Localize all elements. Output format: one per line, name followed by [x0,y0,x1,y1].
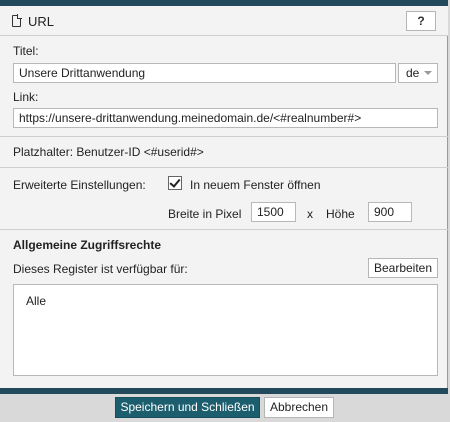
document-icon [12,14,22,27]
language-value: de [406,66,420,80]
cancel-button[interactable]: Abbrechen [264,397,334,418]
height-label: Höhe [326,207,355,221]
divider [0,229,448,230]
chevron-down-icon [424,71,432,75]
url-dialog: URL ? Titel: Unsere Drittanwendung de Li… [0,0,448,395]
language-select[interactable]: de [398,63,438,83]
dimension-separator: x [307,207,313,221]
access-value: Alle [26,294,47,308]
new-window-label: In neuem Fenster öffnen [190,178,321,192]
availability-label: Dieses Register ist verfügbar für: [13,262,188,276]
title-input[interactable]: Unsere Drittanwendung [13,63,396,83]
divider [0,136,448,137]
help-button[interactable]: ? [406,11,436,31]
edit-button[interactable]: Bearbeiten [368,258,438,278]
placeholder-info: Platzhalter: Benutzer-ID <#userid#> [13,145,204,159]
width-input[interactable]: 1500 [251,202,296,222]
access-list: Alle [13,284,438,376]
dialog-bottom-bar [0,388,448,394]
link-label: Link: [13,90,39,104]
dialog-header: URL ? [0,6,448,36]
access-heading: Allgemeine Zugriffsrechte [13,238,162,252]
divider [0,167,448,168]
save-and-close-button[interactable]: Speichern und Schließen [115,397,260,418]
height-input[interactable]: 900 [368,202,412,222]
link-input[interactable]: https://unsere-drittanwendung.meinedomai… [13,108,438,128]
dialog-title: URL [28,14,55,29]
new-window-checkbox[interactable] [168,176,182,190]
width-label: Breite in Pixel [168,207,242,221]
title-label: Titel: [13,44,39,58]
advanced-settings-label: Erweiterte Einstellungen: [13,178,146,192]
